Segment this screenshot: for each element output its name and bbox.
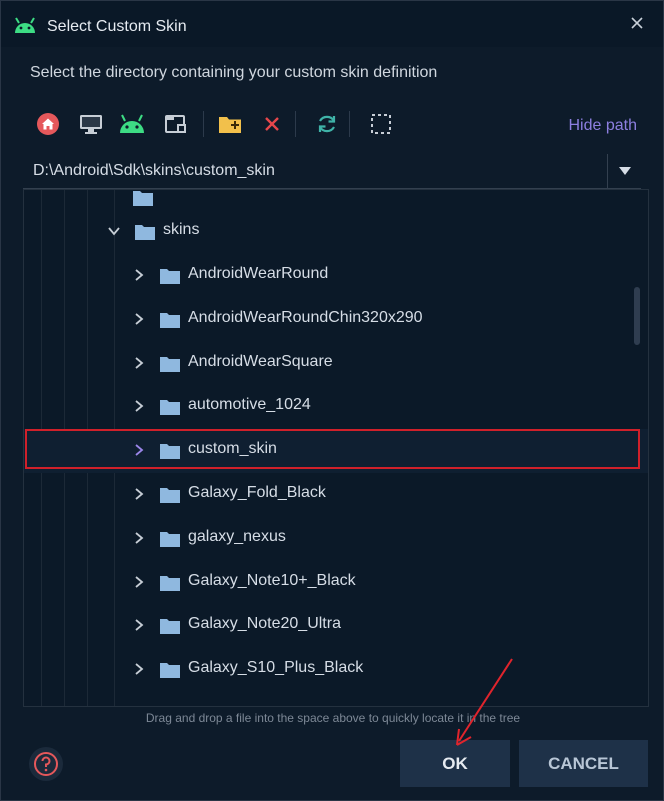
help-icon [34, 752, 58, 776]
chevron-right-icon [135, 576, 144, 588]
chevron-right-icon [135, 313, 144, 325]
tree-item-label: AndroidWearRoundChin320x290 [188, 309, 423, 326]
chevron-down-icon [108, 227, 120, 236]
tree-row[interactable]: AndroidWearSquare [24, 342, 648, 386]
hide-path-link[interactable]: Hide path [569, 117, 638, 135]
tree-row[interactable]: Galaxy_S10_Plus_Black [24, 648, 648, 692]
tree-item-label: Galaxy_Fold_Black [188, 484, 326, 501]
tree-item-label: galaxy_nexus [188, 528, 286, 545]
home-icon [37, 113, 59, 135]
tree-row[interactable]: Galaxy_Fold_Black [24, 473, 648, 517]
tree-row[interactable]: automotive_1024 [24, 385, 648, 429]
chevron-right-icon [135, 400, 144, 412]
tree-item-label: Galaxy_Note20_Ultra [188, 615, 341, 632]
close-icon[interactable] [627, 13, 647, 33]
chevron-right-icon [135, 663, 144, 675]
tree-item-label: AndroidWearRound [188, 265, 329, 282]
folder-icon [160, 576, 180, 591]
tree-item-label: Galaxy_S10_Plus_Black [188, 659, 364, 676]
toolbar-separator [203, 111, 204, 137]
select-icon [371, 114, 391, 134]
folder-icon [160, 705, 180, 707]
refresh-button[interactable] [312, 109, 342, 139]
folder-icon [160, 357, 180, 372]
android-icon [15, 17, 35, 33]
chevron-right-icon [135, 357, 144, 369]
refresh-icon [318, 115, 336, 133]
scrollbar-thumb[interactable] [634, 287, 640, 345]
new-folder-button[interactable] [215, 109, 245, 139]
toolbar-separator [349, 111, 350, 137]
chevron-right-icon [135, 619, 144, 631]
folder-icon [133, 191, 153, 206]
android-sdk-button[interactable] [117, 109, 147, 139]
dialog: Select Custom Skin Select the directory … [0, 0, 664, 801]
home-button[interactable] [33, 109, 63, 139]
tree-row[interactable]: AndroidWearRoundChin320x290 [24, 298, 648, 342]
tree-item-label: Galaxy_Note10+_Black [188, 572, 356, 589]
dialog-description: Select the directory containing your cus… [30, 64, 438, 81]
directory-tree[interactable]: skins AndroidWearRound AndroidWearRoundCh… [23, 189, 649, 707]
path-history-dropdown[interactable] [607, 154, 641, 188]
help-button[interactable] [29, 747, 63, 781]
toolbar: Hide path [31, 109, 651, 141]
chevron-right-icon [135, 488, 144, 500]
delete-icon [265, 117, 279, 131]
delete-button[interactable] [257, 109, 287, 139]
chevron-down-icon [618, 167, 631, 175]
android-icon [120, 114, 144, 133]
tree-row[interactable]: galaxy_nexus [24, 517, 648, 561]
tree-row-skins[interactable]: skins [24, 210, 648, 254]
desktop-button[interactable] [76, 109, 106, 139]
tree-item-label: skins [163, 221, 200, 238]
folder-icon [160, 532, 180, 547]
tree-item-label: AndroidWearSquare [188, 353, 333, 370]
tree-row[interactable]: Galaxy_Note20_Ultra [24, 604, 648, 648]
title-bar: Select Custom Skin [1, 1, 663, 47]
select-button[interactable] [366, 109, 396, 139]
project-button[interactable] [161, 109, 191, 139]
tree-row-partial[interactable] [24, 692, 648, 707]
project-icon [165, 115, 186, 133]
folder-icon [160, 663, 180, 678]
folder-icon [160, 269, 180, 284]
path-bar [23, 154, 641, 189]
tree-item-label: automotive_1024 [188, 396, 311, 413]
chevron-right-icon [135, 269, 144, 281]
toolbar-separator [295, 111, 296, 137]
folder-icon [160, 619, 180, 634]
folder-icon [135, 225, 155, 240]
tree-row[interactable]: AndroidWearRound [24, 254, 648, 298]
dialog-title: Select Custom Skin [47, 18, 187, 35]
chevron-right-icon [135, 532, 144, 544]
desktop-icon [80, 115, 102, 134]
tree-row[interactable]: Galaxy_Note10+_Black [24, 561, 648, 605]
folder-icon [160, 400, 180, 415]
drag-drop-hint: Drag and drop a file into the space abov… [145, 711, 521, 725]
new-folder-icon [219, 117, 241, 133]
path-input[interactable] [33, 162, 603, 180]
ok-button[interactable]: OK [400, 740, 510, 787]
cancel-button[interactable]: CANCEL [519, 740, 648, 787]
folder-icon [160, 488, 180, 503]
selection-highlight [25, 429, 640, 469]
folder-icon [160, 313, 180, 328]
